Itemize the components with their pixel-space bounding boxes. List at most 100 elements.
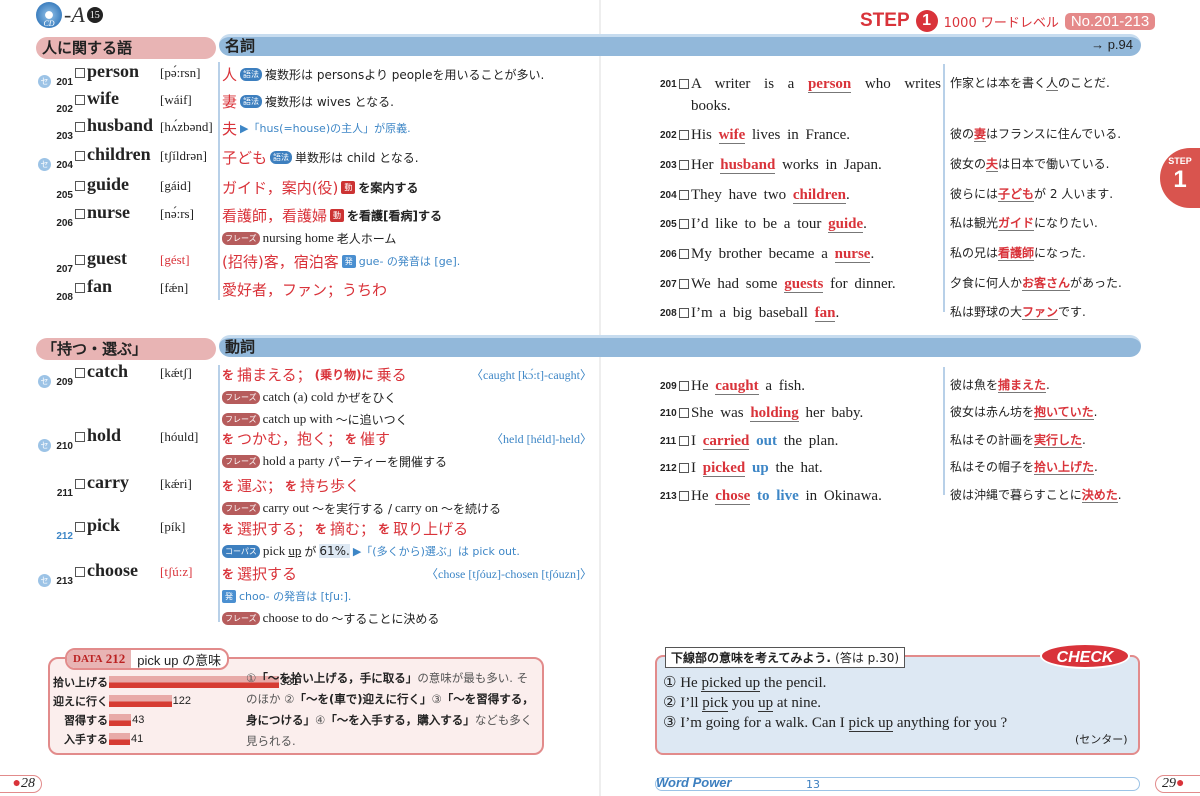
translation-text: 彼は沖縄で暮らすことに xyxy=(950,488,1082,502)
translation-key: 決めた xyxy=(1081,488,1118,503)
entry-number: 210 xyxy=(56,441,73,452)
word-level: 1000 ワードレベル xyxy=(943,15,1059,31)
data-text: ④ xyxy=(315,713,326,727)
label-badge: 動 xyxy=(330,208,345,222)
step-number: 1 xyxy=(915,10,938,32)
checkbox[interactable] xyxy=(75,68,85,78)
cd-icon: CD xyxy=(36,2,62,28)
definition-line: 妻語法 複数形は wives となる. xyxy=(222,89,592,113)
headword: nurse xyxy=(87,202,131,222)
unit-number: 13 xyxy=(806,778,820,791)
page-reference[interactable]: → p.94 xyxy=(1091,37,1133,52)
left-page-number: ●28 xyxy=(0,775,42,793)
english-sentence: He chose to live in Okinawa. xyxy=(691,485,941,507)
sentence-number: 202 xyxy=(660,130,677,141)
translation-text: 私の兄は xyxy=(950,246,999,260)
definition-line: コーパス pick up が 61%. ▶「(多くから)選ぶ」は pick out. xyxy=(222,540,592,562)
checkbox[interactable] xyxy=(75,432,85,442)
divider xyxy=(218,365,220,622)
target-word: husband xyxy=(720,157,776,174)
sentence-number: 213 xyxy=(660,491,677,502)
pronunciation: [kǽri] xyxy=(160,476,192,491)
english-sentence: His wife lives in France. xyxy=(691,124,941,146)
checkbox[interactable] xyxy=(75,522,85,532)
definitions: 夫 ▶「hus(=house)の主人」が原義. xyxy=(222,116,592,140)
checkbox[interactable] xyxy=(679,190,689,200)
definition-line: を捕まえる； (乗り物)に 乗る 〈caught [kɔ́:t]-caught〉 xyxy=(222,362,592,386)
checkbox[interactable] xyxy=(679,436,689,446)
sentence-number: 205 xyxy=(660,219,677,230)
sentence-number: 203 xyxy=(660,160,677,171)
translation-text: 彼女は赤ん坊を xyxy=(950,405,1035,419)
checkbox[interactable] xyxy=(679,219,689,229)
checkbox[interactable] xyxy=(75,479,85,489)
checkbox[interactable] xyxy=(679,463,689,473)
definitions: をつかむ，抱く；を催す 〈held [héld]-held〉 フレーズ hold a … xyxy=(222,426,592,472)
definition-text: ～に追いつく xyxy=(335,412,408,427)
checkbox[interactable] xyxy=(75,181,85,191)
divider xyxy=(218,62,220,300)
sentence-text: . xyxy=(835,305,840,321)
headword: catch xyxy=(87,361,128,381)
checkbox[interactable] xyxy=(75,151,85,161)
translation-text: 私は野球の大 xyxy=(950,305,1023,319)
checkbox[interactable] xyxy=(75,368,85,378)
recording-icon: セ xyxy=(38,375,51,388)
checkbox[interactable] xyxy=(679,249,689,259)
label-badge: 動 xyxy=(341,180,356,194)
checkbox[interactable] xyxy=(75,567,85,577)
checkbox[interactable] xyxy=(679,308,689,318)
checkbox[interactable] xyxy=(679,79,689,89)
step-side-tab[interactable]: STEP 1 xyxy=(1160,148,1200,208)
japanese-translation: 私は観光ガイドになりたい. xyxy=(950,214,1098,231)
definition-text: 夫 xyxy=(222,119,238,138)
english-sentence: He caught a fish. xyxy=(691,375,941,397)
checkbox[interactable] xyxy=(75,209,85,219)
checkbox[interactable] xyxy=(75,95,85,105)
definition-text: 取り上げる xyxy=(393,519,469,538)
definition-text: 捕まえる； xyxy=(237,365,312,384)
pos-label: 名詞 xyxy=(225,37,256,55)
definition-text: 妻 xyxy=(222,92,238,111)
definition-line: を運ぶ；を持ち歩く xyxy=(222,473,592,497)
checkbox[interactable] xyxy=(679,381,689,391)
definition-line: フレーズ nursing home 老人ホーム xyxy=(222,227,592,249)
definition-line: 発 choo- の発音は [tʃu:]. xyxy=(222,585,592,607)
definition-text: 看護師，看護婦 xyxy=(222,206,328,225)
label-badge: フレーズ xyxy=(222,390,260,404)
headword: hold xyxy=(87,425,122,445)
checkbox[interactable] xyxy=(75,255,85,265)
japanese-translation: 私の兄は看護師になった. xyxy=(950,244,1086,261)
cd-track-label: CD -A 15 xyxy=(36,2,103,28)
checkbox[interactable] xyxy=(75,122,85,132)
checkbox[interactable] xyxy=(75,283,85,293)
definition-line: 子ども 語法 単数形は child となる. xyxy=(222,145,592,169)
pronunciation: [tʃíldrən] xyxy=(160,148,207,163)
translation-text: . xyxy=(1082,433,1086,447)
entry-number: 205 xyxy=(56,190,73,201)
label-badge: フレーズ xyxy=(222,454,260,468)
recording-icon: セ xyxy=(38,439,51,452)
definitions: 人語法 複数形は personsより peopleを用いることが多い. xyxy=(222,62,592,86)
check-text: ① He xyxy=(663,675,702,691)
category-header: 人に関する語 xyxy=(36,37,216,59)
pronunciation: [tʃú:z] xyxy=(160,564,193,579)
checkbox[interactable] xyxy=(679,491,689,501)
definition-text: つかむ，抱く； xyxy=(237,429,343,448)
checkbox[interactable] xyxy=(679,279,689,289)
data-box-text: ①「～を拾い上げる，手に取る」の意味が最も多い. そのほか ②「～を(車で)迎え… xyxy=(246,668,536,752)
sentence-number: 206 xyxy=(660,249,677,260)
definition-text: 人 xyxy=(222,65,238,84)
definition-text: ガイド，案内(役) xyxy=(222,178,339,197)
definition-text: を xyxy=(222,566,235,581)
definition-text: を xyxy=(222,521,235,536)
checkbox[interactable] xyxy=(679,408,689,418)
sentence-text: for dinner. xyxy=(823,276,896,292)
translation-text: . xyxy=(1093,405,1098,419)
checkbox[interactable] xyxy=(679,160,689,170)
definition-text: (招待)客，宿泊客 xyxy=(222,252,339,271)
definition-text: 愛好者，ファン；うちわ xyxy=(222,280,388,299)
checkbox[interactable] xyxy=(679,130,689,140)
definition-text: を xyxy=(285,478,298,493)
definition-text: を案内する xyxy=(358,180,419,195)
